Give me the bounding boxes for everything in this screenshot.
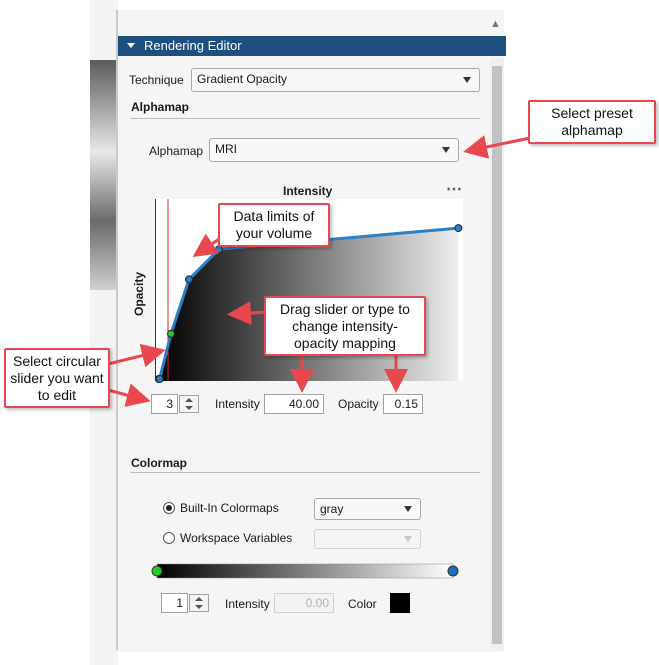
intensity-label: Intensity	[215, 397, 260, 411]
callout-select-slider: Select circular slider you want to edit	[4, 348, 110, 408]
colormap-intensity-value: 0.00	[305, 596, 329, 610]
alphamap-value: MRI	[215, 142, 237, 156]
technique-label: Technique	[129, 73, 184, 87]
colormap-dropdown[interactable]: gray	[314, 498, 421, 520]
callout-data-limits: Data limits of your volume	[218, 203, 330, 247]
intensity-field[interactable]: 40.00	[264, 394, 324, 414]
opacity-field[interactable]: 0.15	[383, 394, 423, 414]
volume-preview	[90, 60, 116, 290]
color-swatch[interactable]	[390, 593, 410, 613]
colormap-divider	[130, 472, 480, 473]
colormap-point-index-field[interactable]: 1	[161, 593, 188, 613]
alphamap-control-point[interactable]	[167, 329, 175, 338]
workspace-variables-radio[interactable]	[163, 532, 175, 544]
alphamap-dropdown[interactable]: MRI	[209, 138, 459, 162]
plot-title: Intensity	[283, 184, 333, 198]
stepper-up-icon[interactable]	[195, 597, 203, 601]
alphamap-divider	[130, 118, 480, 119]
colormap-index-value: 1	[176, 596, 183, 610]
color-label: Color	[348, 597, 377, 611]
builtin-colormaps-label: Built-In Colormaps	[180, 501, 279, 515]
opacity-value: 0.15	[394, 397, 418, 411]
colormap-section-title: Colormap	[131, 456, 188, 470]
colormap-end-slider[interactable]	[447, 565, 459, 577]
chevron-down-icon	[404, 506, 412, 512]
colormap-start-slider[interactable]	[151, 565, 163, 577]
panel-title: Rendering Editor	[144, 38, 242, 53]
alphamap-label: Alphamap	[149, 144, 204, 158]
colormap-point-stepper[interactable]	[189, 594, 209, 612]
alphamap-control-point[interactable]	[155, 375, 164, 383]
more-options-icon[interactable]: ⋯	[446, 179, 462, 199]
alphamap-point-index-field[interactable]: 3	[151, 394, 178, 414]
builtin-colormaps-radio[interactable]	[163, 502, 175, 514]
y-axis-label: Opacity	[132, 271, 146, 316]
chevron-down-icon	[404, 536, 412, 542]
scrollbar-thumb[interactable]	[492, 66, 502, 644]
point-index-value: 3	[166, 397, 173, 411]
intensity-value: 40.00	[288, 397, 319, 411]
callout-preset-alphamap: Select preset alphamap	[528, 100, 656, 144]
panel-header[interactable]: Rendering Editor	[118, 36, 506, 56]
colormap-intensity-label: Intensity	[225, 597, 270, 611]
collapse-triangle-icon[interactable]	[127, 43, 135, 48]
chevron-down-icon	[463, 77, 471, 83]
technique-dropdown[interactable]: Gradient Opacity	[191, 68, 480, 92]
alphamap-point-stepper[interactable]	[179, 395, 199, 413]
opacity-label: Opacity	[338, 397, 379, 411]
callout-drag-slider: Drag slider or type to change intensity-…	[264, 296, 426, 356]
stepper-down-icon[interactable]	[185, 406, 193, 410]
alphamap-control-point[interactable]	[185, 275, 193, 284]
workspace-variables-dropdown	[314, 529, 421, 549]
collapse-panel-icon[interactable]: ▲	[490, 18, 501, 30]
alphamap-control-point[interactable]	[454, 224, 463, 233]
alphamap-section-title: Alphamap	[131, 100, 190, 114]
colormap-value: gray	[320, 502, 344, 516]
stepper-down-icon[interactable]	[195, 605, 203, 609]
colormap-gradient	[156, 563, 454, 579]
colormap-bar[interactable]	[150, 562, 462, 582]
colormap-intensity-field: 0.00	[274, 593, 334, 613]
chevron-down-icon	[442, 147, 450, 153]
technique-value: Gradient Opacity	[197, 72, 288, 86]
workspace-variables-label: Workspace Variables	[180, 531, 293, 545]
stepper-up-icon[interactable]	[185, 398, 193, 402]
